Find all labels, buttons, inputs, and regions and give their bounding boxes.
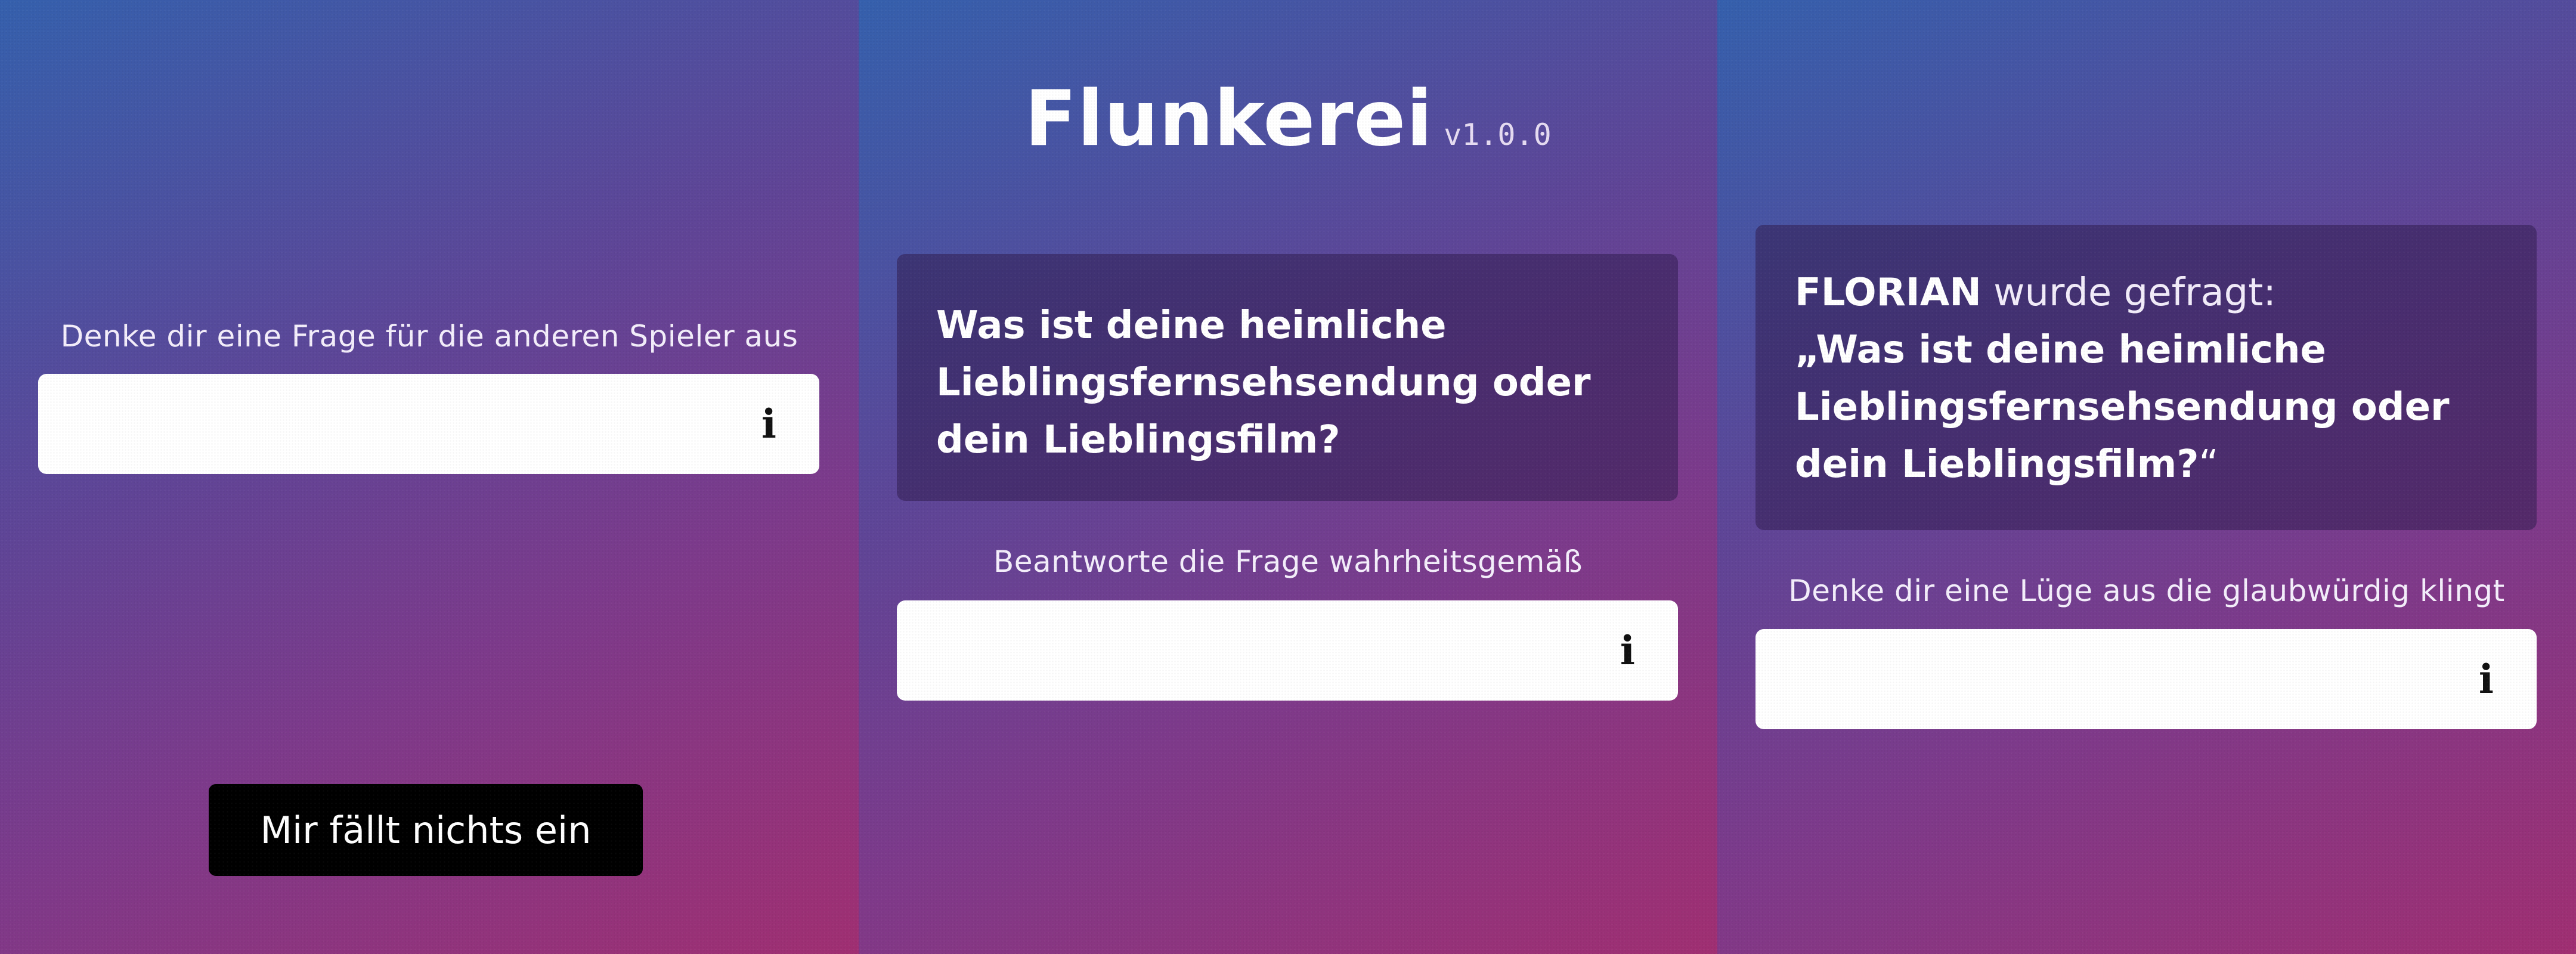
answer-input-field: i xyxy=(897,600,1678,701)
app-header: Flunkerei v1.0.0 xyxy=(859,75,1717,163)
question-prompt-label: Denke dir eine Frage für die anderen Spi… xyxy=(60,319,798,354)
info-icon[interactable]: i xyxy=(1620,631,1635,670)
lie-input[interactable] xyxy=(1755,629,2537,729)
answer-prompt-label: Beantworte die Frage wahrheitsgemäß xyxy=(993,544,1583,579)
question-text: Was ist deine heimliche Lieblingsfernseh… xyxy=(936,303,1591,462)
asked-line: FLORIAN wurde gefragt: xyxy=(1795,264,2497,321)
screens-container: Denke dir eine Frage für die anderen Spi… xyxy=(0,0,2576,954)
quoted-question-text: „Was ist deine heimliche Lieblingsfernse… xyxy=(1795,321,2497,493)
app-version: v1.0.0 xyxy=(1444,117,1552,152)
question-card: Was ist deine heimliche Lieblingsfernseh… xyxy=(897,254,1678,501)
closing-quote: “ xyxy=(2199,442,2219,487)
asked-text: wurde gefragt: xyxy=(1993,271,2276,315)
screen-invent-lie: FLORIAN wurde gefragt: „Was ist deine he… xyxy=(1717,0,2576,954)
no-idea-button[interactable]: Mir fällt nichts ein xyxy=(209,784,643,876)
screen-ask-question: Denke dir eine Frage für die anderen Spi… xyxy=(0,0,859,954)
question-input-field: i xyxy=(38,374,819,474)
player-name: FLORIAN xyxy=(1795,271,1981,315)
lie-input-field: i xyxy=(1755,629,2537,729)
app-title: Flunkerei xyxy=(1024,75,1433,163)
question-input[interactable] xyxy=(38,374,819,474)
screen-answer-truthfully: Flunkerei v1.0.0 Was ist deine heimliche … xyxy=(859,0,1717,954)
asked-question-card: FLORIAN wurde gefragt: „Was ist deine he… xyxy=(1755,225,2537,530)
lie-prompt-label: Denke dir eine Lüge aus die glaubwürdig … xyxy=(1788,574,2505,608)
answer-input[interactable] xyxy=(897,600,1678,701)
quoted-question: „Was ist deine heimliche Lieblingsfernse… xyxy=(1795,328,2450,487)
info-icon[interactable]: i xyxy=(2479,659,2494,699)
info-icon[interactable]: i xyxy=(761,404,776,444)
